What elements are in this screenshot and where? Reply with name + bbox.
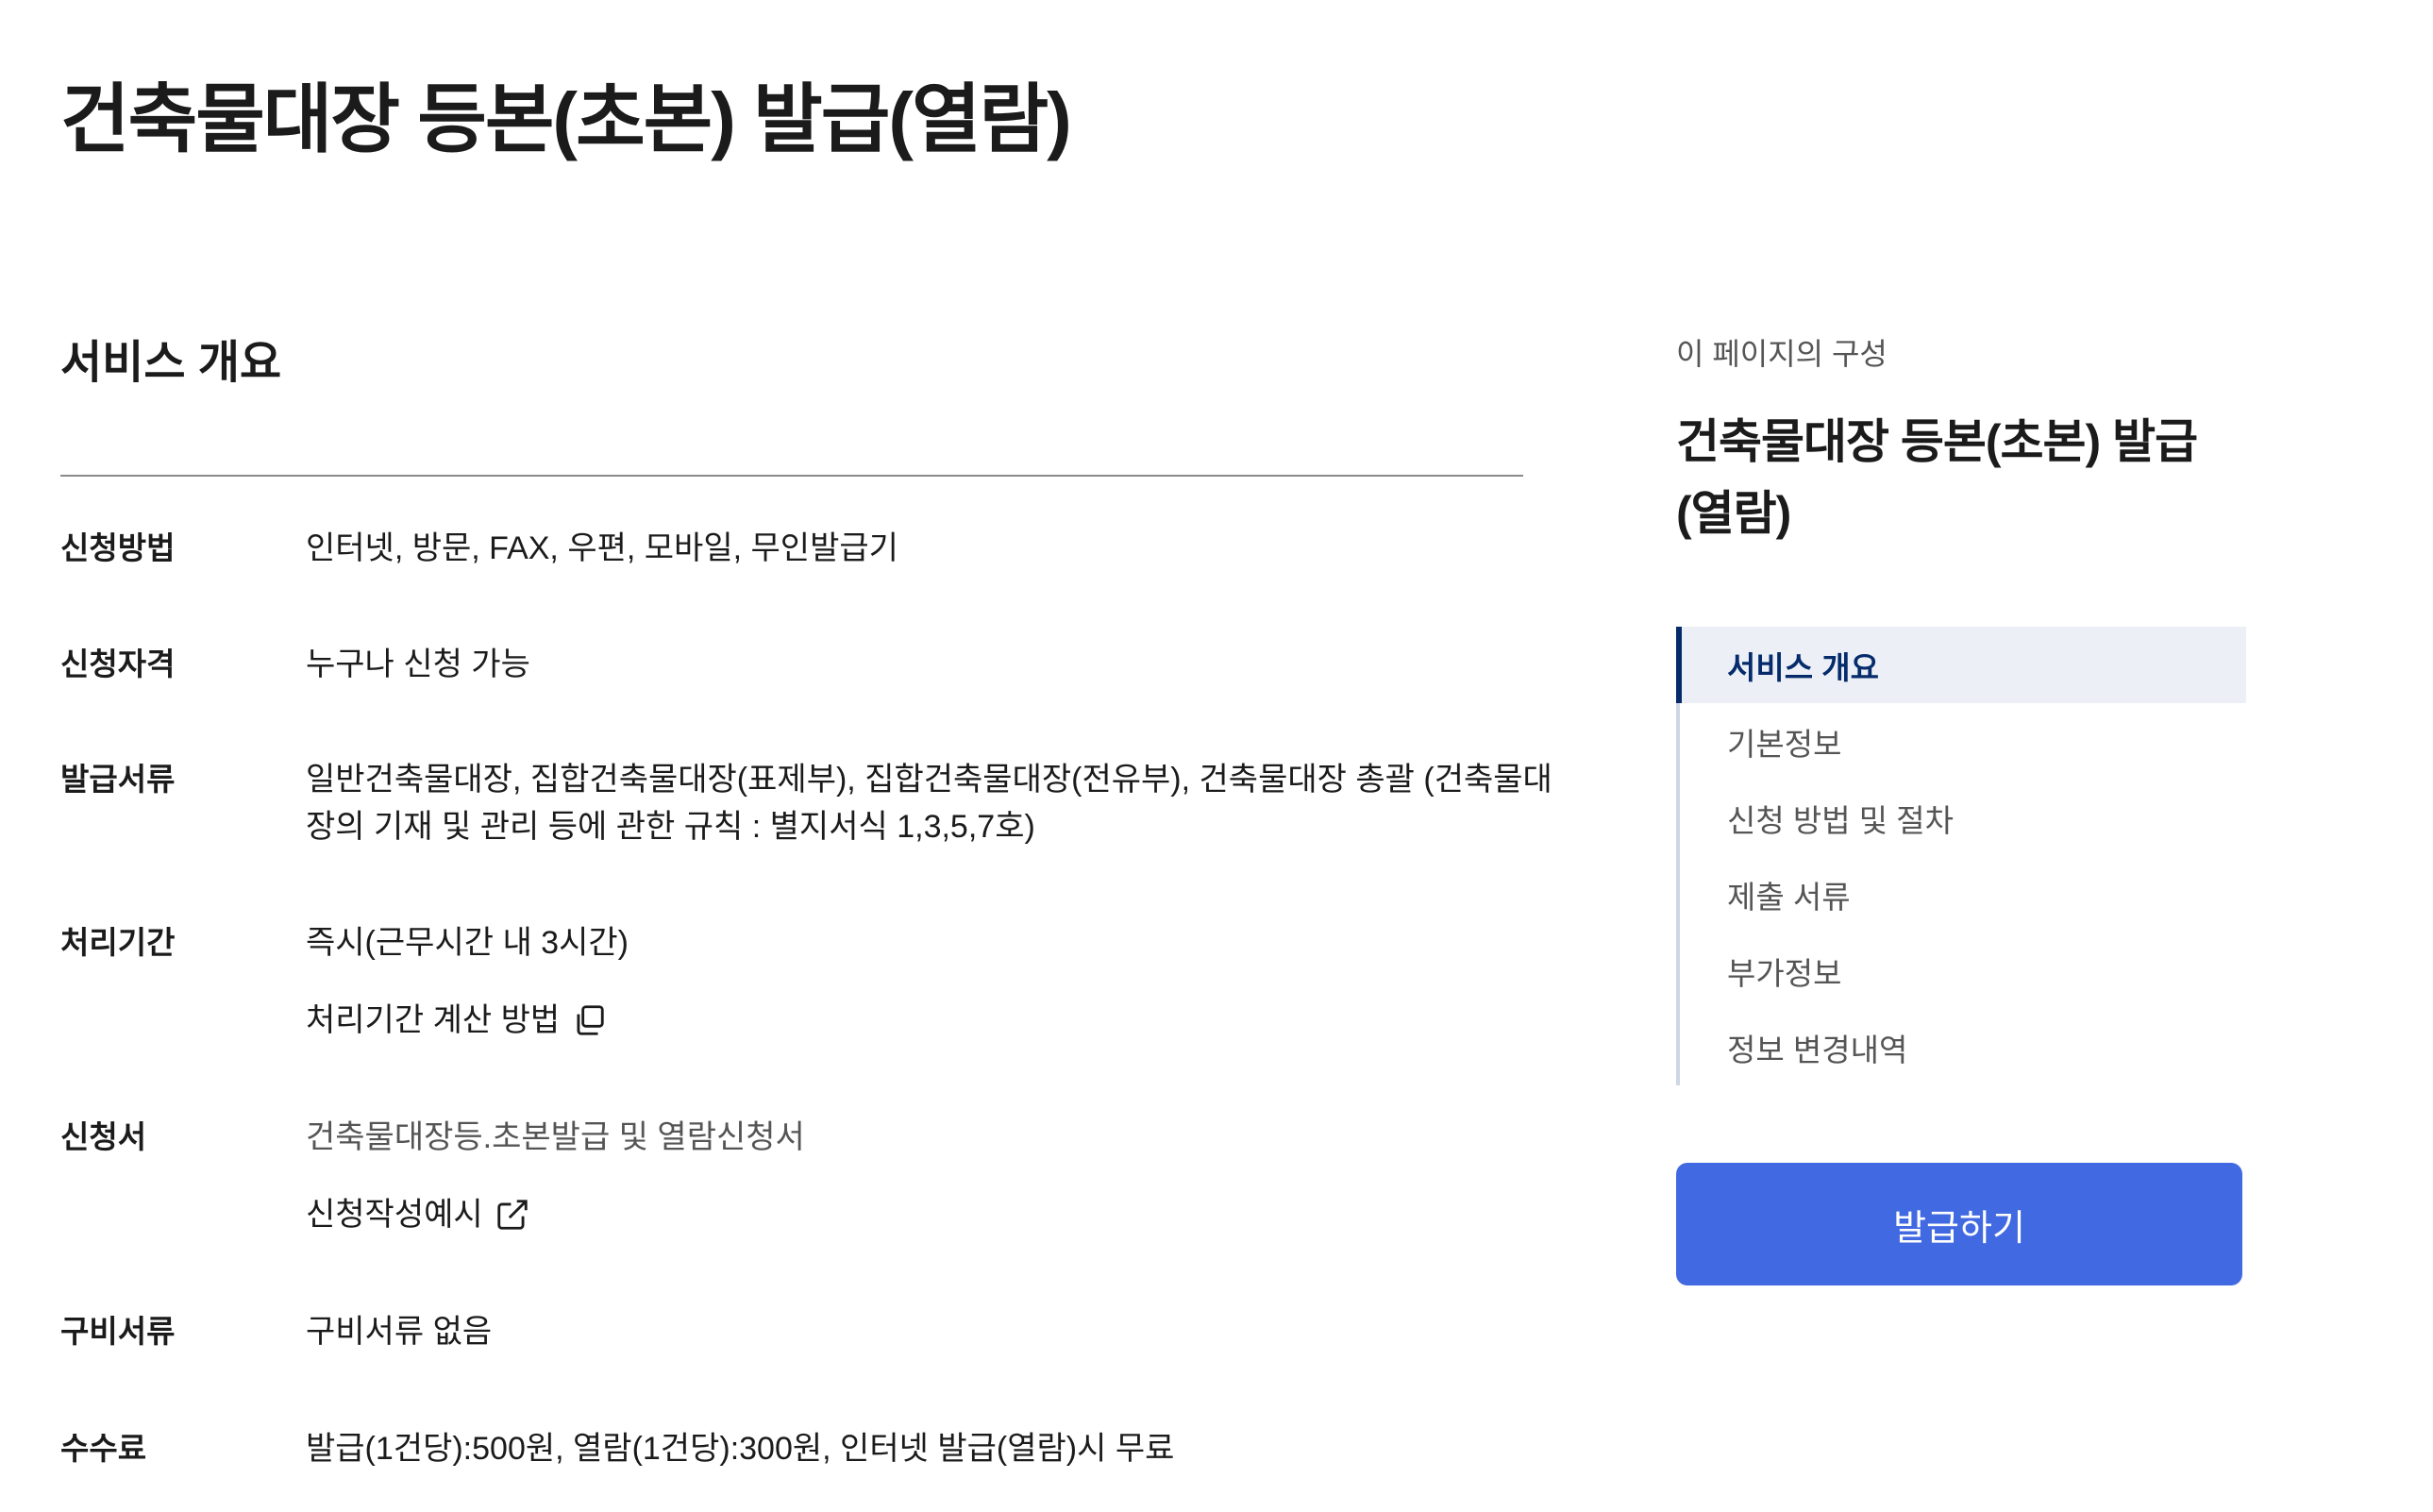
row-label: 수수료 xyxy=(60,1431,147,1466)
issue-button[interactable]: 발급하기 xyxy=(1676,1163,2242,1285)
toc-item-change-history[interactable]: 정보 변경내역 xyxy=(1680,1009,2246,1085)
toc-title: 건축물대장 등본(초본) 발급(열람) xyxy=(1676,415,2198,540)
page-toc: 이 페이지의 구성 건축물대장 등본(초본) 발급(열람) 서비스 개요 기본정… xyxy=(1676,330,2246,1285)
toc-nav: 서비스 개요 기본정보 신청 방법 및 절차 제출 서류 부가정보 정보 변경내… xyxy=(1676,627,2246,1085)
row-value: 구비서류 없음 xyxy=(306,1314,493,1350)
toc-item-application-method[interactable]: 신청 방법 및 절차 xyxy=(1680,780,2246,856)
period-calc-link[interactable]: 처리기간 계산 방법 xyxy=(306,997,607,1044)
row-label: 구비서류 xyxy=(60,1314,176,1349)
row-label: 발급서류 xyxy=(60,762,176,797)
row-value: 인터넷, 방문, FAX, 우편, 모바일, 무인발급기 xyxy=(306,530,898,566)
row-label: 신청자격 xyxy=(60,647,176,681)
row-value: 발급(1건당):500원, 열람(1건당):300원, 인터넷 발급(열람)시 … xyxy=(306,1431,1175,1467)
row-value-group: 건축물대장등.초본발급 및 열람신청서 신청작성예시 xyxy=(306,1114,1570,1238)
row-value: 일반건축물대장, 집합건축물대장(표제부), 집합건축물대장(전유부), 건축물… xyxy=(306,762,1552,845)
period-calc-link-label: 처리기간 계산 방법 xyxy=(306,1002,561,1038)
toc-item-service-overview[interactable]: 서비스 개요 xyxy=(1676,627,2246,703)
copy-icon xyxy=(571,1002,607,1038)
form-example-link-label: 신청작성예시 xyxy=(306,1197,483,1233)
form-value: 건축물대장등.초본발급 및 열람신청서 xyxy=(306,1119,805,1155)
toc-item-submission-docs[interactable]: 제출 서류 xyxy=(1680,856,2246,932)
row-label: 처리기간 xyxy=(60,925,176,960)
row-value: 누구나 신청 가능 xyxy=(306,647,530,682)
row-label: 신청서 xyxy=(60,1119,147,1154)
period-value: 즉시(근무시간 내 3시간) xyxy=(306,925,629,961)
toc-item-basic-info[interactable]: 기본정보 xyxy=(1680,703,2246,780)
external-link-icon xyxy=(495,1197,530,1233)
toc-item-additional-info[interactable]: 부가정보 xyxy=(1680,932,2246,1009)
row-label: 신청방법 xyxy=(60,530,176,565)
section-title: 서비스 개요 xyxy=(60,338,282,388)
row-value-group: 즉시(근무시간 내 3시간) 처리기간 계산 방법 xyxy=(306,919,1570,1044)
divider xyxy=(60,475,1523,477)
form-example-link[interactable]: 신청작성예시 xyxy=(306,1191,530,1238)
toc-caption: 이 페이지의 구성 xyxy=(1676,337,1888,371)
page-title: 건축물대장 등본(초본) 발급(열람) xyxy=(60,77,1072,161)
service-overview: 서비스 개요 신청방법 인터넷, 방문, FAX, 우편, 모바일, 무인발급기… xyxy=(60,330,1552,1467)
